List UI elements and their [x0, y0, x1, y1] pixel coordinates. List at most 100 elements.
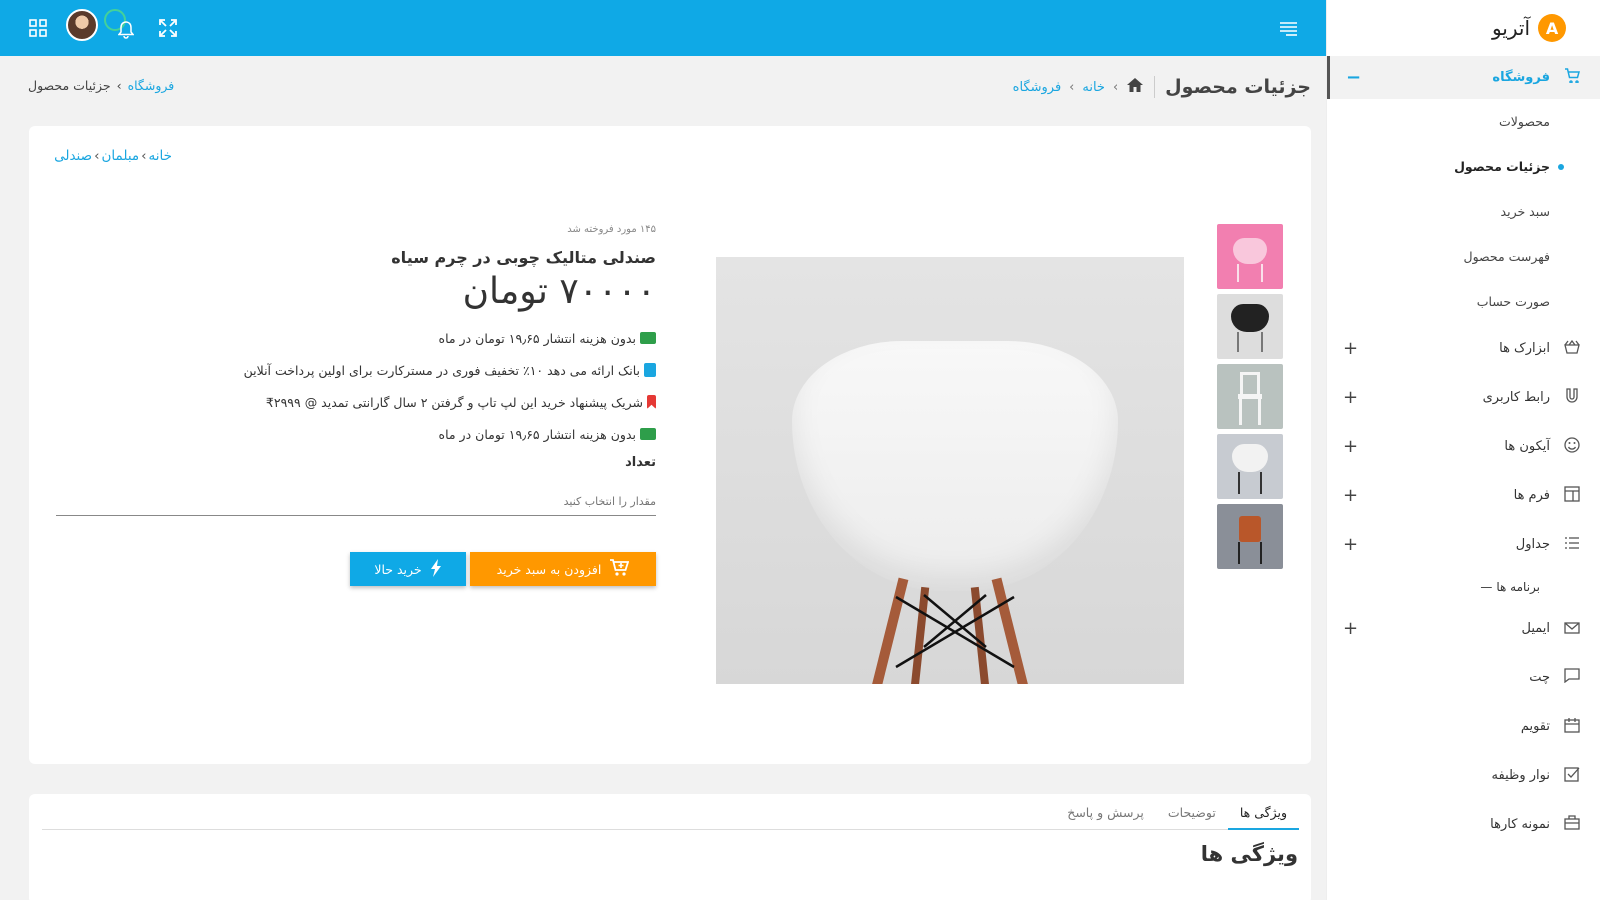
bell-icon[interactable]	[114, 18, 138, 42]
sidebar-item-label: فروشگاه	[1492, 70, 1550, 85]
add-to-cart-button[interactable]: افزودن به سبد خرید	[470, 552, 656, 586]
sold-count: ۱۴۵ مورد فروخته شد	[567, 224, 656, 235]
sidebar-item-label: ایمیل	[1521, 621, 1550, 636]
breadcrumb-home-link[interactable]: خانه	[1082, 80, 1105, 95]
chat-icon	[1562, 668, 1582, 687]
bank-icon	[644, 363, 656, 377]
thumbnail-white-eames-chair[interactable]	[1217, 434, 1283, 499]
home-icon[interactable]	[1126, 77, 1144, 98]
expand-icon[interactable]: +	[1343, 485, 1358, 506]
sidebar-item-label: رابط کاربری	[1482, 390, 1550, 405]
list-icon	[1562, 536, 1582, 554]
sidebar-item-ui[interactable]: رابط کاربری +	[1327, 373, 1600, 422]
user-avatar[interactable]	[66, 9, 98, 41]
sidebar-item-label: چت	[1529, 670, 1550, 685]
breadcrumb-current: جزئیات محصول	[28, 78, 111, 93]
thumbnail-strip	[1217, 224, 1283, 574]
product-card: خانه › مبلمان › صندلی ۱۴۵ مورد فروخته شد…	[29, 126, 1311, 764]
sidebar: A آتریو فروشگاه − محصولات جزئیات محصول س…	[1326, 0, 1600, 900]
sidebar-item-taskboard[interactable]: نوار وظیفه	[1327, 751, 1600, 800]
expand-icon[interactable]: +	[1343, 534, 1358, 555]
brand-logo: A	[1538, 14, 1566, 42]
basket-icon	[1562, 339, 1582, 358]
feature-row: بانک ارائه می دهد ۱۰٪ تخفیف فوری در مستر…	[56, 359, 656, 381]
active-dot	[1558, 163, 1564, 170]
feature-row: بدون هزینه انتشار ۱۹٫۶۵ تومان در ماه	[56, 327, 656, 349]
sidebar-item-shop[interactable]: فروشگاه −	[1327, 56, 1600, 99]
mail-icon	[1562, 620, 1582, 638]
breadcrumb-shop-link[interactable]: فروشگاه	[1013, 80, 1062, 95]
expand-icon[interactable]: +	[1343, 618, 1358, 639]
quantity-select[interactable]	[56, 488, 656, 516]
breadcrumb-shop-link[interactable]: فروشگاه	[128, 78, 175, 93]
calendar-icon	[1562, 717, 1582, 737]
credit-card-icon	[640, 332, 656, 344]
bookmark-icon	[647, 395, 656, 409]
smile-icon	[1562, 436, 1582, 457]
buy-now-button[interactable]: خرید حالا	[350, 552, 466, 586]
sidebar-item-chat[interactable]: چت	[1327, 653, 1600, 702]
chair-wire-base	[895, 594, 1015, 669]
expand-icon[interactable]: +	[1343, 387, 1358, 408]
fullscreen-icon[interactable]	[156, 16, 180, 40]
sidebar-item-widgets[interactable]: ابزارک ها +	[1327, 324, 1600, 373]
product-breadcrumb-chair[interactable]: صندلی	[54, 148, 92, 164]
apps-grid-icon[interactable]	[26, 16, 50, 40]
expand-icon[interactable]: +	[1343, 436, 1358, 457]
cart-icon	[1562, 68, 1582, 87]
sidebar-item-label: آیکون ها	[1504, 439, 1550, 454]
layout-icon	[1562, 485, 1582, 506]
product-breadcrumb-furniture[interactable]: مبلمان	[102, 148, 140, 164]
sidebar-heading-apps: برنامه ها —	[1480, 579, 1540, 594]
details-tabs-card: ویژگی ها توضیحات پرسش و پاسخ ویژگی ها	[29, 794, 1311, 900]
brand[interactable]: A آتریو	[1327, 0, 1600, 56]
quantity-label: تعداد	[625, 455, 656, 470]
page-header: جزئیات محصول › خانه › فروشگاه	[28, 70, 1311, 104]
tab-bar: ویژگی ها توضیحات پرسش و پاسخ	[42, 802, 1299, 830]
cart-plus-icon	[609, 558, 630, 580]
sidebar-item-calendar[interactable]: تقویم	[1327, 702, 1600, 751]
thumbnail-pink-chair[interactable]	[1217, 224, 1283, 289]
thumbnail-white-wooden-chair[interactable]	[1217, 364, 1283, 429]
section-title: ویژگی ها	[1200, 842, 1298, 866]
lightning-icon	[430, 558, 442, 580]
page-title: جزئیات محصول	[1154, 76, 1311, 98]
product-breadcrumb-home[interactable]: خانه	[149, 148, 172, 164]
breadcrumb: فروشگاه › جزئیات محصول	[28, 78, 175, 93]
expand-icon[interactable]: +	[1343, 338, 1358, 359]
sidebar-item-label: جداول	[1515, 537, 1550, 552]
sidebar-subitem-product-details[interactable]: جزئیات محصول	[1327, 144, 1600, 189]
collapse-icon[interactable]: −	[1346, 67, 1361, 88]
tab-qa[interactable]: پرسش و پاسخ	[1055, 802, 1156, 830]
sidebar-subitem-product-list[interactable]: فهرست محصول	[1327, 234, 1600, 279]
sidebar-subitem-products[interactable]: محصولات	[1327, 99, 1600, 144]
thumbnail-black-chair[interactable]	[1217, 294, 1283, 359]
sidebar-item-label: ابزارک ها	[1499, 341, 1550, 356]
sidebar-item-label: تقویم	[1520, 719, 1550, 734]
brand-name: آتریو	[1491, 16, 1530, 40]
sidebar-item-label: فرم ها	[1513, 488, 1550, 503]
sidebar-item-tables[interactable]: جداول +	[1327, 520, 1600, 569]
product-title: صندلی متالیک چوبی در چرم سیاه	[391, 248, 656, 267]
chair-seat-shape	[792, 341, 1118, 591]
tab-features[interactable]: ویژگی ها	[1227, 802, 1299, 830]
sidebar-item-forms[interactable]: فرم ها +	[1327, 471, 1600, 520]
sidebar-item-email[interactable]: ایمیل +	[1327, 604, 1600, 653]
tab-description[interactable]: توضیحات	[1156, 802, 1228, 830]
sidebar-subitem-cart[interactable]: سبد خرید	[1327, 189, 1600, 234]
feature-row: بدون هزینه انتشار ۱۹٫۶۵ تومان در ماه	[56, 423, 656, 445]
sidebar-subitem-invoice[interactable]: صورت حساب	[1327, 279, 1600, 324]
sidebar-item-icons[interactable]: آیکون ها +	[1327, 422, 1600, 471]
product-info: ۱۴۵ مورد فروخته شد صندلی متالیک چوبی در …	[56, 224, 656, 586]
product-price: ۷۰۰۰۰ تومان	[462, 271, 656, 312]
action-buttons: افزودن به سبد خرید خرید حالا	[56, 552, 656, 586]
feature-row: شریک پیشنهاد خرید این لپ تاپ و گرفتن ۲ س…	[56, 391, 656, 413]
magnet-icon	[1562, 387, 1582, 408]
product-breadcrumb: خانه › مبلمان › صندلی	[54, 148, 172, 164]
checkbox-icon	[1562, 766, 1582, 786]
thumbnail-orange-chair[interactable]	[1217, 504, 1283, 569]
sidebar-item-portfolio[interactable]: نمونه کارها	[1327, 800, 1600, 849]
top-bar	[0, 0, 1326, 56]
sidebar-item-label: نوار وظیفه	[1491, 768, 1550, 783]
menu-toggle-icon[interactable]	[1276, 16, 1300, 40]
